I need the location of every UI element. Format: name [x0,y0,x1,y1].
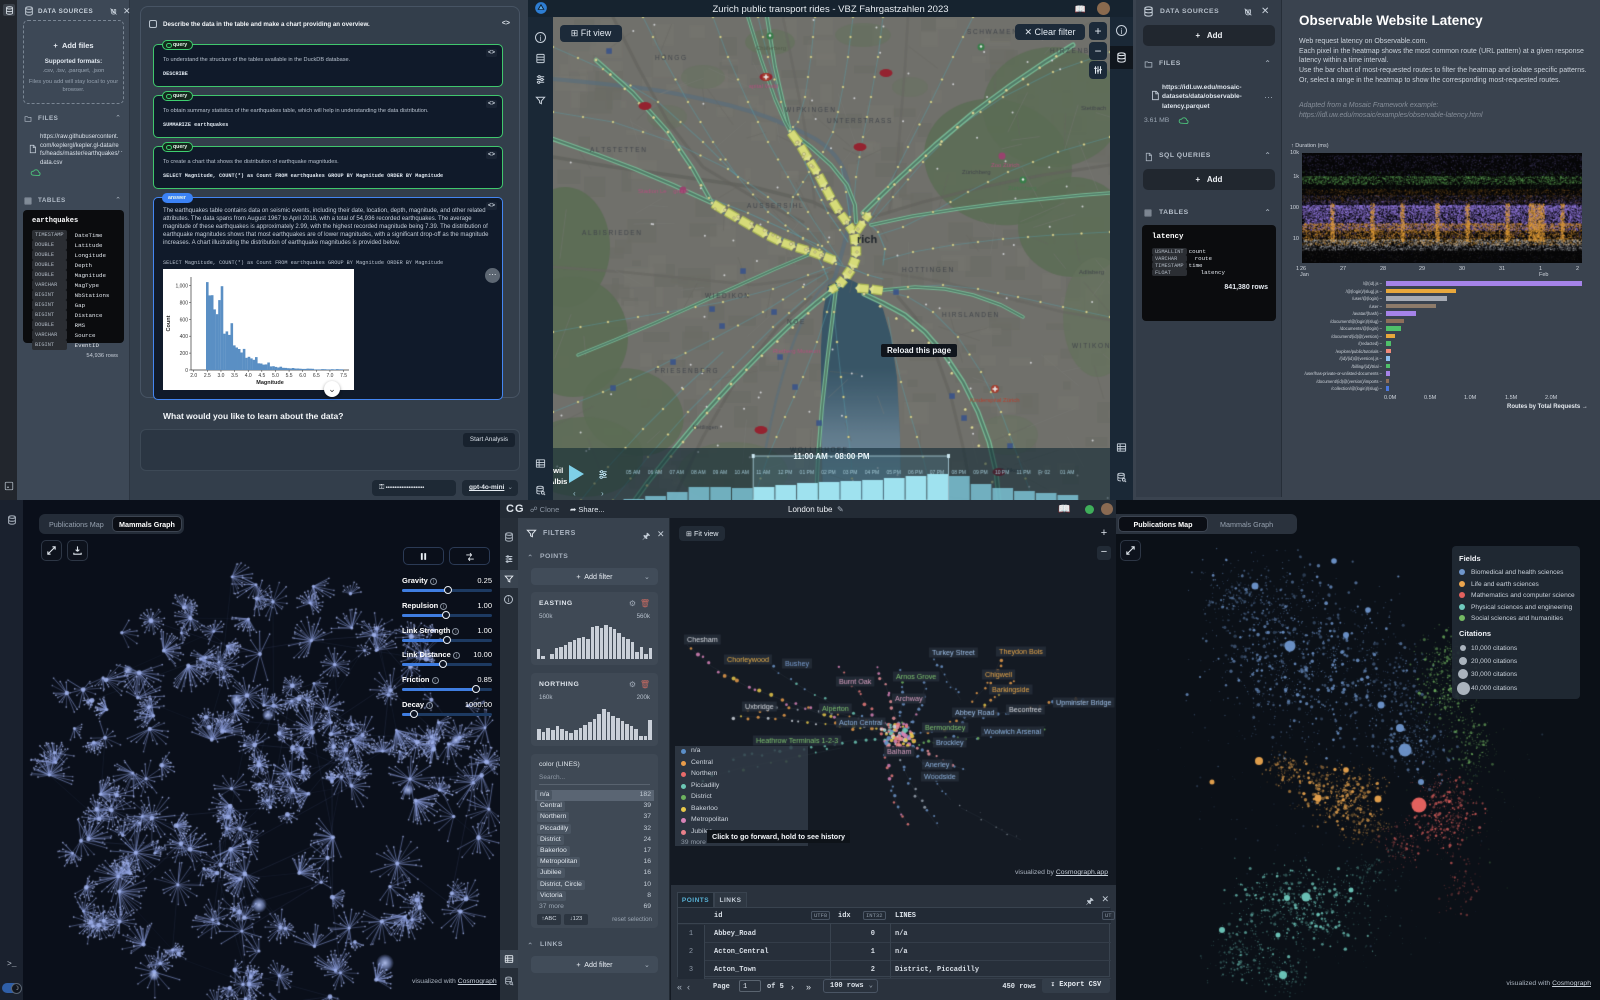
svg-text:4.5: 4.5 [258,373,265,379]
svg-text:6.0: 6.0 [299,373,306,379]
svg-text:600: 600 [180,317,189,323]
svg-text:2.5: 2.5 [204,373,211,379]
svg-text:6.5: 6.5 [313,373,320,379]
svg-text:800: 800 [180,300,189,306]
svg-text:7.0: 7.0 [326,373,333,379]
svg-text:4.0: 4.0 [245,373,252,379]
svg-text:1,000: 1,000 [175,283,188,289]
svg-text:3.5: 3.5 [231,373,238,379]
svg-text:400: 400 [180,334,189,340]
svg-text:3.0: 3.0 [217,373,224,379]
svg-text:Count: Count [166,315,172,331]
svg-text:200: 200 [180,351,189,357]
svg-text:7.5: 7.5 [340,373,347,379]
svg-text:5.0: 5.0 [272,373,279,379]
svg-text:5.5: 5.5 [286,373,293,379]
svg-text:2.0: 2.0 [190,373,197,379]
svg-text:Magnitude: Magnitude [256,380,284,386]
svg-text:0: 0 [185,368,188,374]
